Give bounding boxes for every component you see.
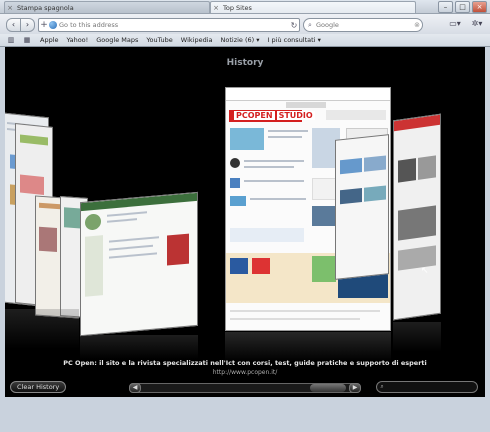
site-caption: PC Open: il sito e la rivista specializz… bbox=[63, 359, 427, 367]
grid-icon[interactable]: ▦ bbox=[22, 36, 32, 44]
page-title: History bbox=[226, 58, 264, 68]
tab-title: Stampa spagnola bbox=[17, 3, 74, 12]
featured-site-reflection bbox=[225, 332, 391, 362]
history-search-input[interactable] bbox=[387, 383, 477, 391]
minimize-icon[interactable]: – bbox=[438, 1, 453, 13]
scroll-thumb[interactable] bbox=[310, 384, 346, 392]
search-icon: ⌕ bbox=[380, 383, 384, 390]
forward-arrow-icon[interactable]: › bbox=[20, 18, 35, 32]
page-menu-icon[interactable]: ▭▾ bbox=[446, 18, 464, 30]
history-search[interactable]: ⌕ bbox=[376, 381, 478, 393]
site-url: http://www.pcopen.it/ bbox=[212, 369, 278, 376]
tab-title: Top Sites bbox=[223, 3, 252, 12]
site-logo: PCOPEN STUDIO bbox=[229, 110, 315, 122]
thumbnail-reflection bbox=[5, 309, 79, 349]
address-bar[interactable]: + ↻ bbox=[38, 18, 300, 32]
chevron-down-icon: ▾ bbox=[317, 36, 321, 44]
bookmarks-bar: ▥ ▦ Apple Yahoo! Google Maps YouTube Wik… bbox=[0, 34, 490, 47]
history-thumbnail[interactable] bbox=[335, 134, 389, 280]
maximize-icon[interactable]: □ bbox=[455, 1, 470, 13]
bookmark-notizie[interactable]: Notizie (6) ▾ bbox=[221, 36, 260, 44]
plus-icon[interactable]: + bbox=[39, 20, 49, 30]
reload-icon[interactable]: ↻ bbox=[289, 21, 299, 30]
history-thumbnail[interactable] bbox=[80, 191, 198, 337]
window-controls: – □ × bbox=[438, 1, 487, 13]
tab-close-icon[interactable]: × bbox=[211, 4, 221, 12]
bookmark-piu-consultati[interactable]: I più consultati ▾ bbox=[268, 36, 321, 44]
chevron-down-icon: ▾ bbox=[256, 36, 260, 44]
search-bar[interactable]: ⌕ ⊗ bbox=[303, 18, 423, 32]
thumbnail-reflection bbox=[393, 322, 441, 352]
bookmark-piu-consultati-label: I più consultati bbox=[267, 36, 316, 44]
logo-suffix: STUDIO bbox=[276, 111, 315, 120]
bookmark-notizie-label: Notizie (6) bbox=[220, 36, 255, 44]
close-window-icon[interactable]: × bbox=[472, 1, 487, 13]
bookmark-wikipedia[interactable]: Wikipedia bbox=[181, 36, 213, 44]
tab-strip: × Stampa spagnola × Top Sites – □ × bbox=[0, 0, 490, 14]
bookmark-yahoo[interactable]: Yahoo! bbox=[67, 36, 89, 44]
gear-icon[interactable]: ✲▾ bbox=[468, 18, 486, 30]
history-thumbnail[interactable] bbox=[393, 113, 441, 321]
search-icon[interactable]: ⌕ bbox=[304, 21, 316, 30]
browser-window: × Stampa spagnola × Top Sites – □ × ‹ › … bbox=[0, 0, 490, 432]
toolbar: ‹ › + ↻ ⌕ ⊗ ▭▾ ✲▾ bbox=[0, 14, 490, 34]
logo-text: PCOPEN bbox=[234, 111, 275, 120]
site-header bbox=[226, 88, 390, 101]
clear-history-button[interactable]: Clear History bbox=[10, 381, 67, 393]
globe-icon bbox=[49, 21, 57, 29]
back-arrow-icon[interactable]: ‹ bbox=[6, 18, 21, 32]
mouse-cursor-icon: ↖ bbox=[421, 266, 429, 276]
tab-top-sites[interactable]: × Top Sites bbox=[210, 1, 416, 13]
bookmark-apple[interactable]: Apple bbox=[40, 36, 59, 44]
history-cover-flow: History PCOPEN STUDIO PC Open: il sito e… bbox=[5, 47, 485, 397]
search-input[interactable] bbox=[316, 21, 412, 29]
toolbar-menus: ▭▾ ✲▾ bbox=[446, 18, 486, 30]
bookmark-youtube[interactable]: YouTube bbox=[146, 36, 172, 44]
scroll-right-icon[interactable]: ▶ bbox=[349, 383, 361, 393]
scroll-left-icon[interactable]: ◀ bbox=[129, 383, 141, 393]
thumbnail-reflection bbox=[80, 335, 198, 359]
address-input[interactable] bbox=[59, 21, 289, 29]
book-icon[interactable]: ▥ bbox=[6, 36, 16, 44]
tab-close-icon[interactable]: × bbox=[5, 4, 15, 12]
cover-flow-scrollbar[interactable]: ◀ ▶ bbox=[129, 383, 361, 393]
bookmark-google-maps[interactable]: Google Maps bbox=[96, 36, 138, 44]
clear-search-icon[interactable]: ⊗ bbox=[412, 21, 422, 29]
tab-stampa-spagnola[interactable]: × Stampa spagnola bbox=[4, 1, 210, 13]
